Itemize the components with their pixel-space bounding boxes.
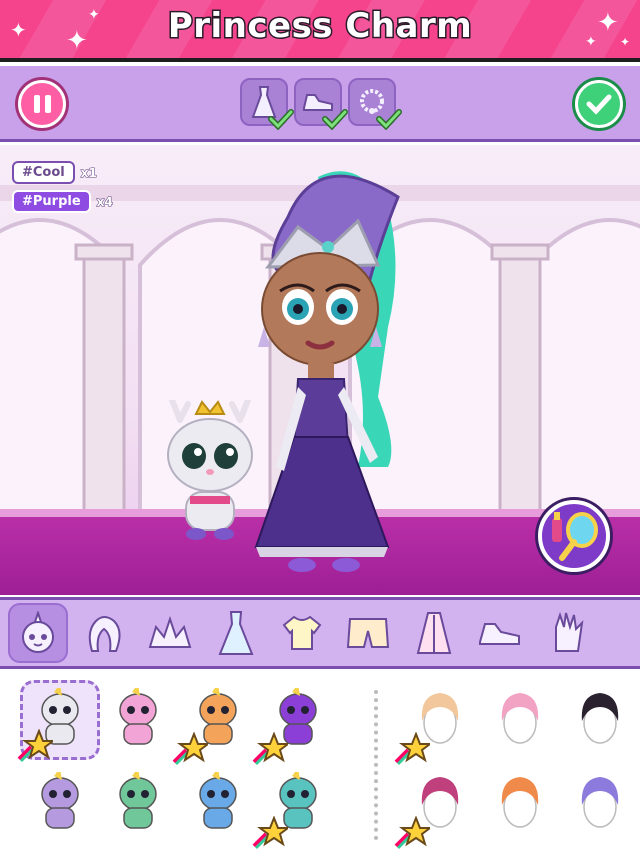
tiara-icon	[148, 615, 192, 648]
category-shoes[interactable]	[470, 603, 530, 663]
sneaker-icon	[479, 623, 520, 645]
glove-icon	[555, 611, 584, 652]
top-toolbar	[0, 66, 640, 142]
pet-item-teal-dragon[interactable]	[252, 764, 338, 850]
pause-icon	[33, 95, 51, 113]
cape-icon	[416, 612, 452, 654]
hairstyle-icon	[581, 777, 619, 828]
pet-item-deer-pet[interactable]	[17, 680, 100, 763]
pet-figure-icon	[119, 772, 157, 829]
hair-item-black-bun[interactable]	[560, 680, 640, 760]
hairstyle-icon	[501, 777, 539, 828]
category-top[interactable]	[272, 603, 332, 663]
outfit-progress	[240, 78, 402, 130]
check-icon	[376, 109, 402, 130]
doll-character[interactable]	[228, 167, 448, 577]
top-icon	[282, 615, 322, 650]
hairstyle-icon	[581, 693, 619, 744]
category-tiara[interactable]	[140, 603, 200, 663]
category-bar	[0, 597, 640, 669]
category-hair[interactable]	[74, 603, 134, 663]
premium-star-icon	[394, 732, 430, 766]
sparkle-icon: ✦	[620, 35, 631, 49]
category-pets[interactable]	[8, 603, 68, 663]
dress-icon	[218, 611, 254, 655]
progress-slot-dress	[240, 78, 294, 130]
category-shorts[interactable]	[338, 603, 398, 663]
pet-item-green-pony[interactable]	[98, 764, 178, 844]
premium-star-icon	[394, 816, 430, 850]
style-tag-count: x1	[80, 165, 97, 180]
premium-star-icon	[172, 732, 208, 766]
category-cape[interactable]	[404, 603, 464, 663]
pause-button[interactable]	[18, 80, 66, 128]
hair-item-pink-long[interactable]	[394, 764, 480, 850]
style-tags: #Cool x1 #Purple x4	[12, 161, 113, 219]
pet-item-purple-dragon[interactable]	[252, 680, 338, 766]
check-icon	[586, 94, 612, 115]
style-tag: #Purple	[12, 190, 91, 213]
dress-up-scene: #Cool x1 #Purple x4	[0, 145, 640, 595]
pet-item-pink-pony[interactable]	[98, 680, 178, 760]
pet-figure-icon	[119, 688, 157, 745]
done-button[interactable]	[575, 80, 623, 128]
premium-star-icon	[252, 732, 288, 766]
item-grid	[0, 672, 640, 854]
unicorn-pet-icon	[22, 611, 54, 653]
shorts-icon	[346, 618, 390, 648]
category-dress[interactable]	[206, 603, 266, 663]
hair-item-pink-bob[interactable]	[480, 680, 560, 760]
style-tag: #Cool	[12, 161, 75, 184]
title-banner: ✦ ✦ ✦ Princess Charm ✦ ✦ ✦	[0, 0, 640, 62]
style-tag-count: x4	[96, 194, 113, 209]
premium-star-icon	[17, 729, 53, 763]
makeup-mirror-icon	[552, 512, 598, 561]
page-title: Princess Charm	[166, 5, 473, 48]
hair-item-blonde-ponytail[interactable]	[394, 680, 480, 766]
category-gloves[interactable]	[536, 603, 596, 663]
premium-star-icon	[252, 816, 288, 850]
hair-icon	[88, 616, 121, 652]
hair-item-purple-bun[interactable]	[560, 764, 640, 844]
pet-figure-icon	[199, 772, 237, 829]
section-divider	[374, 690, 378, 840]
sparkle-icon: ✦	[585, 34, 597, 50]
check-icon	[268, 109, 294, 130]
check-icon	[322, 109, 348, 130]
progress-slot-necklace	[348, 78, 402, 130]
hair-item-orange-pigtails[interactable]	[480, 764, 560, 844]
sparkle-icon: ✦	[597, 8, 619, 38]
pet-item-lavender-pony[interactable]	[20, 764, 100, 844]
progress-slot-shoes	[294, 78, 348, 130]
hairstyle-icon	[501, 693, 539, 744]
pet-item-blue-pony[interactable]	[178, 764, 258, 844]
pet-item-orange-pony[interactable]	[172, 680, 258, 766]
pet-figure-icon	[41, 772, 79, 829]
makeup-button[interactable]	[538, 500, 610, 572]
